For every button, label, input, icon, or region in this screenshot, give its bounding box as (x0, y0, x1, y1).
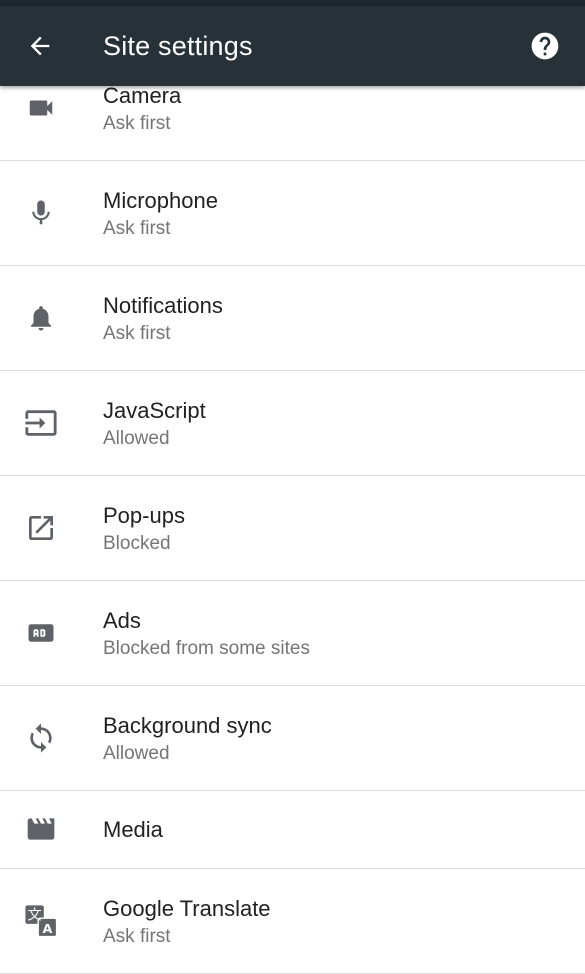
setting-status: Allowed (103, 428, 170, 449)
setting-microphone[interactable]: Microphone Ask first (0, 161, 585, 266)
setting-label: Microphone (103, 188, 218, 213)
bell-icon (22, 299, 60, 337)
translate-icon: 文 A (22, 902, 60, 940)
setting-google-translate[interactable]: 文 A Google Translate Ask first (0, 869, 585, 974)
svg-text:文: 文 (28, 908, 42, 924)
setting-label: Media (103, 817, 163, 842)
setting-status: Allowed (103, 743, 170, 764)
setting-media[interactable]: Media (0, 791, 585, 869)
setting-javascript[interactable]: JavaScript Allowed (0, 371, 585, 476)
open-in-new-icon (22, 509, 60, 547)
svg-text:A: A (42, 922, 52, 937)
setting-label: Ads (103, 608, 141, 633)
javascript-icon (22, 404, 60, 442)
site-settings-list: Camera Ask first Microphone Ask first No… (0, 56, 585, 974)
setting-background-sync[interactable]: Background sync Allowed (0, 686, 585, 791)
setting-ads[interactable]: Ads Blocked from some sites (0, 581, 585, 686)
app-toolbar: Site settings (0, 6, 585, 86)
setting-status: Ask first (103, 323, 171, 344)
setting-status: Ask first (103, 218, 171, 239)
arrow-back-icon (26, 32, 54, 60)
setting-popups[interactable]: Pop-ups Blocked (0, 476, 585, 581)
setting-notifications[interactable]: Notifications Ask first (0, 266, 585, 371)
setting-status: Ask first (103, 113, 171, 134)
setting-label: Background sync (103, 713, 272, 738)
setting-status: Ask first (103, 926, 171, 947)
ads-icon (22, 614, 60, 652)
microphone-icon (22, 194, 60, 232)
back-button[interactable] (14, 20, 66, 72)
page-title: Site settings (103, 31, 253, 61)
setting-label: Camera (103, 83, 182, 108)
help-button[interactable] (519, 20, 571, 72)
sync-icon (22, 719, 60, 757)
setting-label: Pop-ups (103, 503, 185, 528)
help-icon (529, 30, 561, 62)
media-icon (22, 810, 60, 848)
camera-icon (22, 89, 60, 127)
setting-label: Notifications (103, 293, 223, 318)
setting-status: Blocked (103, 533, 171, 554)
setting-status: Blocked from some sites (103, 638, 310, 659)
setting-label: JavaScript (103, 398, 206, 423)
setting-label: Google Translate (103, 896, 271, 921)
